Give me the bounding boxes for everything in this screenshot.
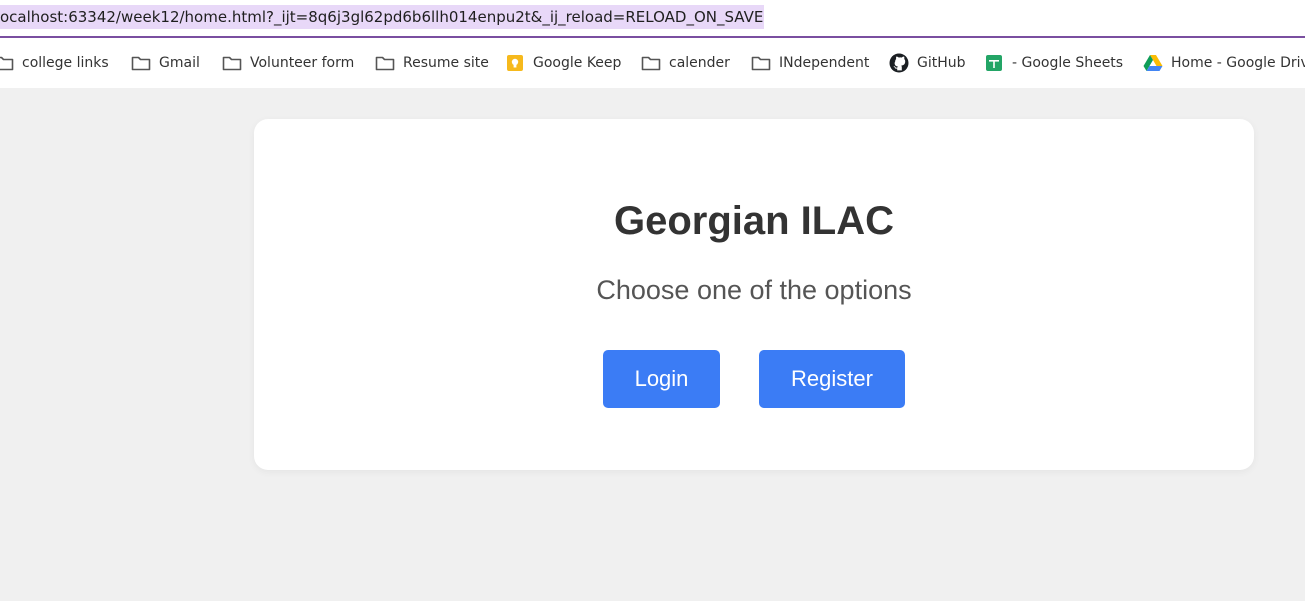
options-card: Georgian ILAC Choose one of the options … bbox=[254, 119, 1254, 470]
bookmark-label: Volunteer form bbox=[250, 55, 355, 71]
page-title: Georgian ILAC bbox=[613, 199, 895, 243]
bookmark-label: GitHub bbox=[917, 55, 966, 71]
bookmark-label: calender bbox=[669, 55, 730, 71]
google-sheets-icon bbox=[984, 54, 1004, 72]
url-text[interactable]: ocalhost:63342/week12/home.html?_ijt=8q6… bbox=[0, 5, 765, 29]
bookmark-volunteer-form[interactable]: Volunteer form bbox=[222, 52, 354, 74]
bookmark-github[interactable]: GitHub bbox=[889, 52, 966, 74]
bookmark-resume-site[interactable]: Resume site bbox=[375, 52, 489, 74]
folder-icon bbox=[641, 54, 661, 72]
bookmark-label: Gmail bbox=[159, 55, 200, 71]
bookmark-calender[interactable]: calender bbox=[641, 52, 730, 74]
folder-icon bbox=[222, 54, 242, 72]
folder-icon bbox=[131, 54, 151, 72]
bookmark-gmail[interactable]: Gmail bbox=[131, 52, 200, 74]
folder-icon bbox=[0, 54, 14, 72]
google-drive-icon bbox=[1143, 54, 1163, 72]
google-keep-icon bbox=[505, 54, 525, 72]
bookmark-label: Home - Google Drive bbox=[1171, 55, 1305, 71]
login-button[interactable]: Login bbox=[603, 350, 720, 408]
bookmark-label: Google Keep bbox=[533, 55, 622, 71]
bookmark-college-links[interactable]: college links bbox=[0, 52, 109, 74]
bookmark-independent[interactable]: INdependent bbox=[751, 52, 869, 74]
bookmark-label: - Google Sheets bbox=[1012, 55, 1124, 71]
bookmark-google-keep[interactable]: Google Keep bbox=[505, 52, 621, 74]
bookmark-google-drive[interactable]: Home - Google Drive bbox=[1143, 52, 1305, 74]
register-button[interactable]: Register bbox=[759, 350, 905, 408]
bookmark-label: college links bbox=[22, 55, 109, 71]
bookmark-label: Resume site bbox=[403, 55, 489, 71]
bookmark-google-sheets[interactable]: - Google Sheets bbox=[984, 52, 1123, 74]
folder-icon bbox=[751, 54, 771, 72]
bookmark-label: INdependent bbox=[779, 55, 870, 71]
folder-icon bbox=[375, 54, 395, 72]
github-icon bbox=[889, 53, 909, 73]
bookmarks-bar: college links Gmail Volunteer form Resum… bbox=[0, 38, 1305, 88]
page-subtitle: Choose one of the options bbox=[596, 275, 912, 305]
address-bar[interactable]: ocalhost:63342/week12/home.html?_ijt=8q6… bbox=[0, 0, 1305, 38]
